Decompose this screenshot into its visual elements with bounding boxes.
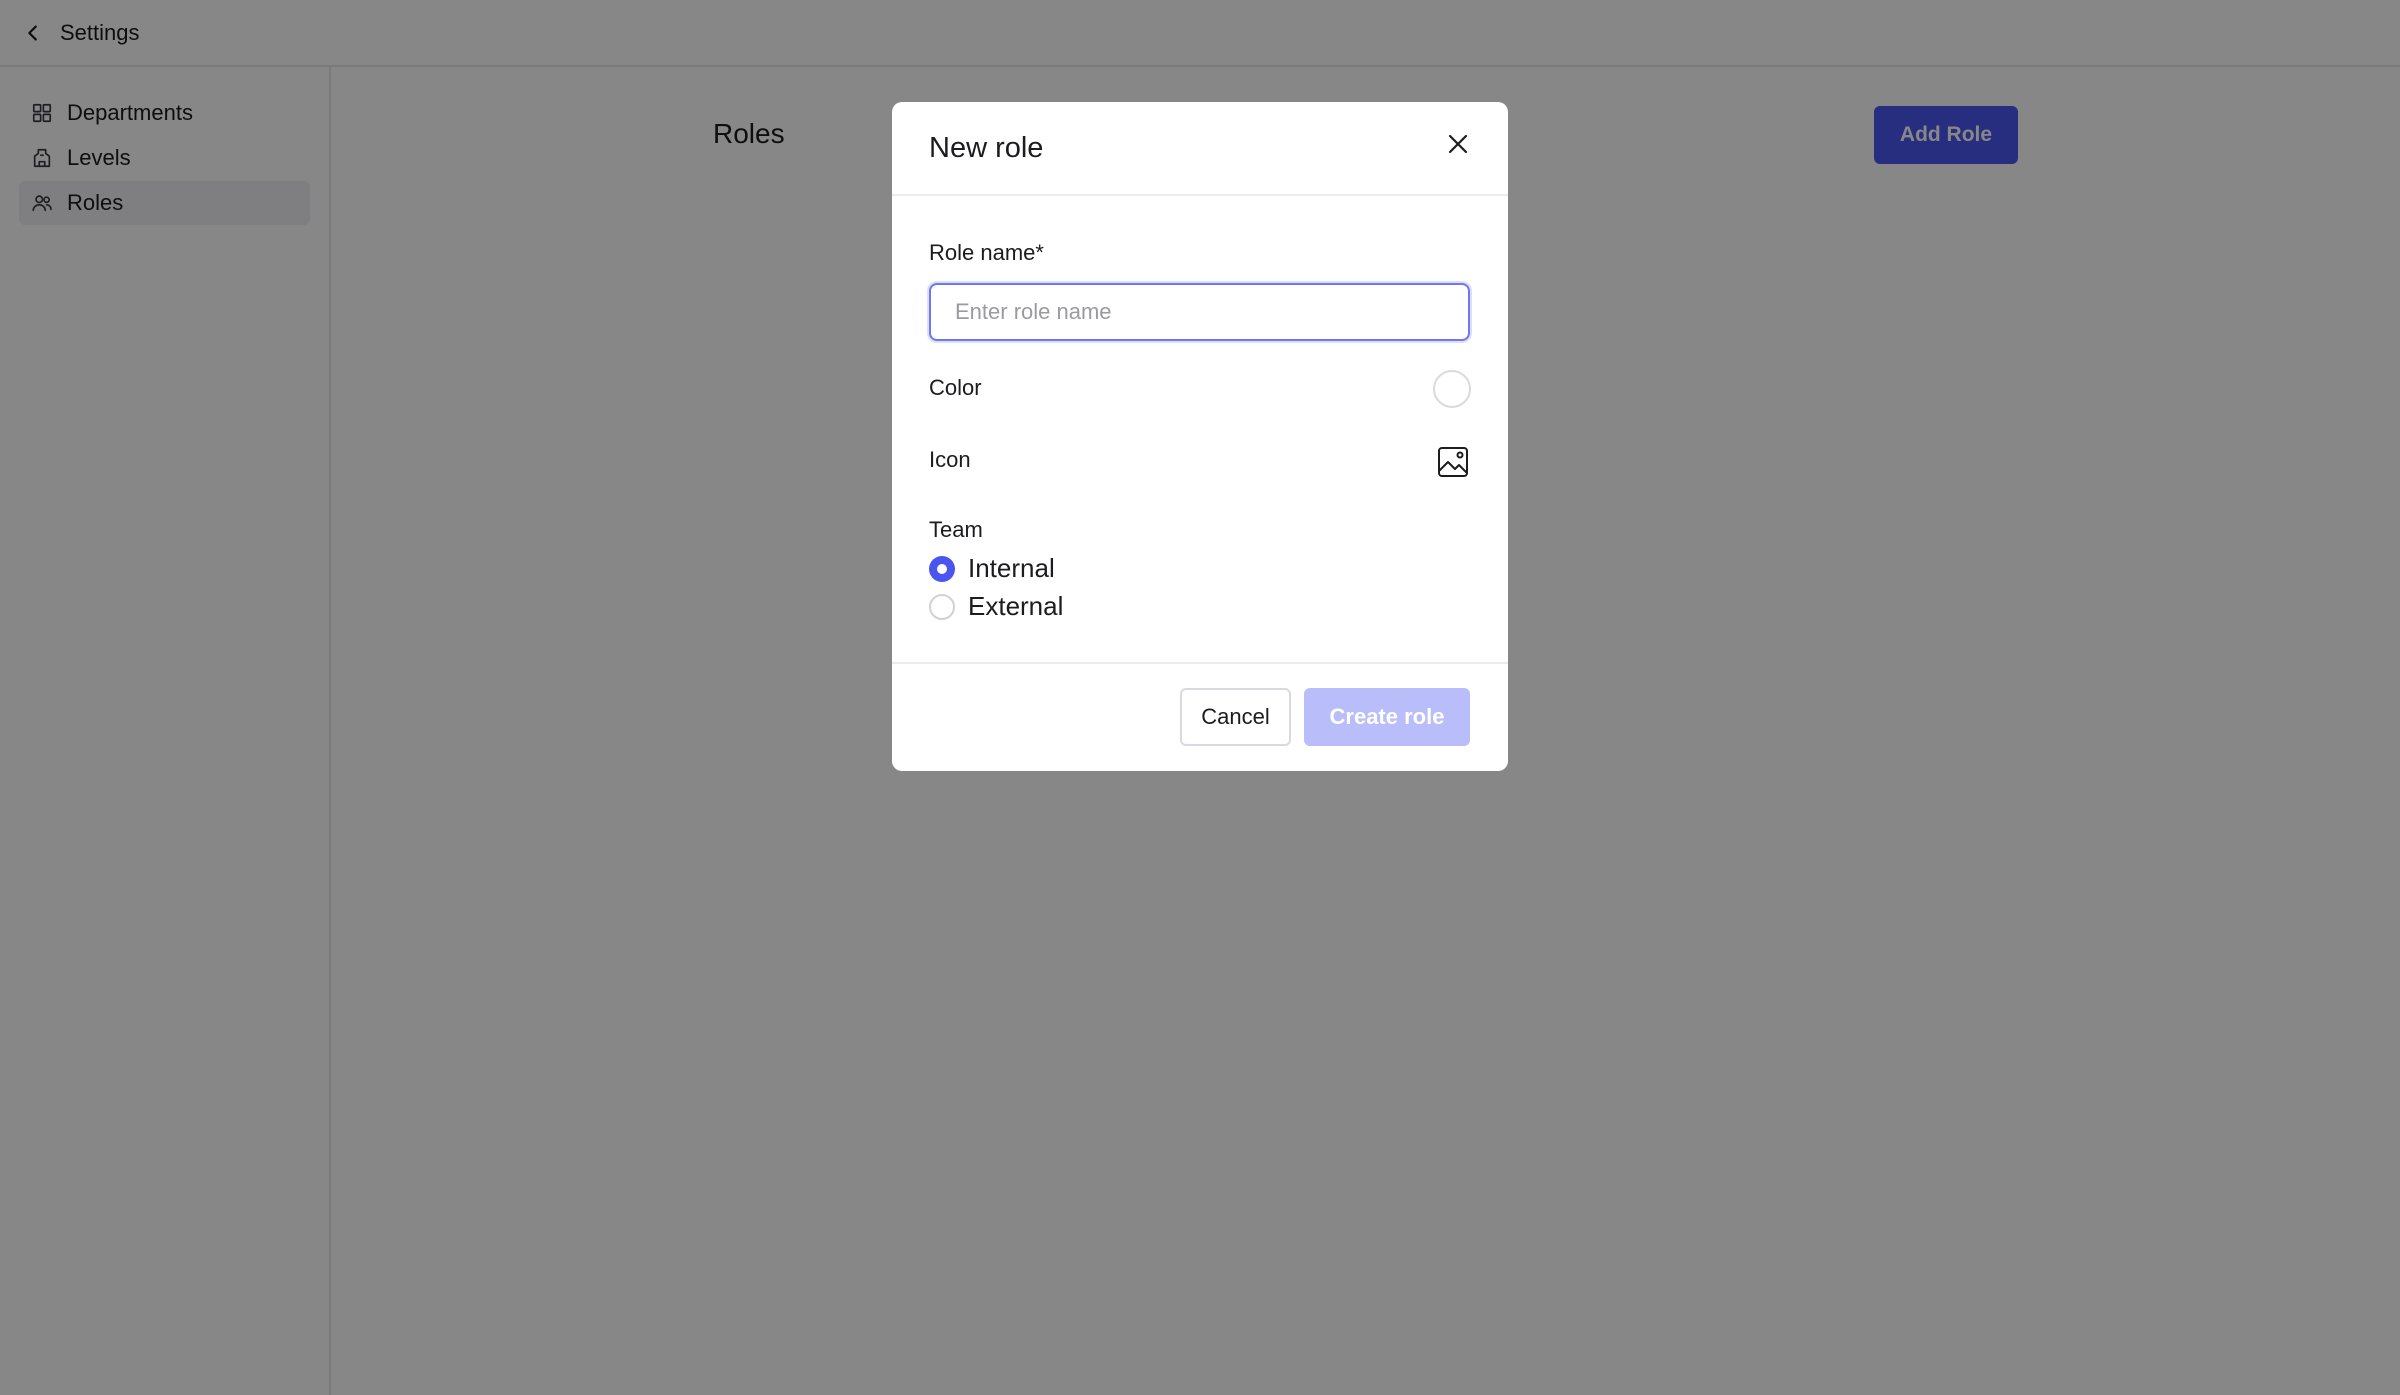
icon-label: Icon [929, 447, 971, 472]
team-label: Team [929, 517, 983, 542]
icon-picker-button[interactable] [1436, 445, 1470, 479]
dialog-body: Role name* Color Icon Team Internal Exte… [892, 196, 1508, 664]
dialog-header: New role [892, 102, 1508, 196]
create-role-button[interactable]: Create role [1304, 688, 1470, 746]
cancel-button[interactable]: Cancel [1180, 688, 1291, 746]
image-icon [1438, 447, 1468, 477]
radio-label-external: External [968, 591, 1064, 621]
role-name-label: Role name* [929, 240, 1044, 265]
color-label: Color [929, 375, 982, 400]
app-root: Settings Departments Levels Roles Roles … [0, 0, 2400, 1395]
color-picker-swatch[interactable] [1433, 370, 1471, 408]
radio-label-internal: Internal [968, 553, 1055, 583]
radio-external[interactable] [929, 593, 955, 620]
close-button[interactable] [1438, 124, 1478, 164]
role-name-input[interactable] [929, 283, 1470, 341]
team-option-external[interactable]: External [929, 591, 1063, 622]
team-option-internal[interactable]: Internal [929, 553, 1055, 584]
dialog-footer: Cancel Create role [892, 664, 1508, 771]
dialog-title: New role [929, 132, 1044, 164]
radio-internal[interactable] [929, 555, 955, 582]
new-role-dialog: New role Role name* Color Icon Team [892, 102, 1508, 771]
close-icon [1448, 134, 1468, 154]
